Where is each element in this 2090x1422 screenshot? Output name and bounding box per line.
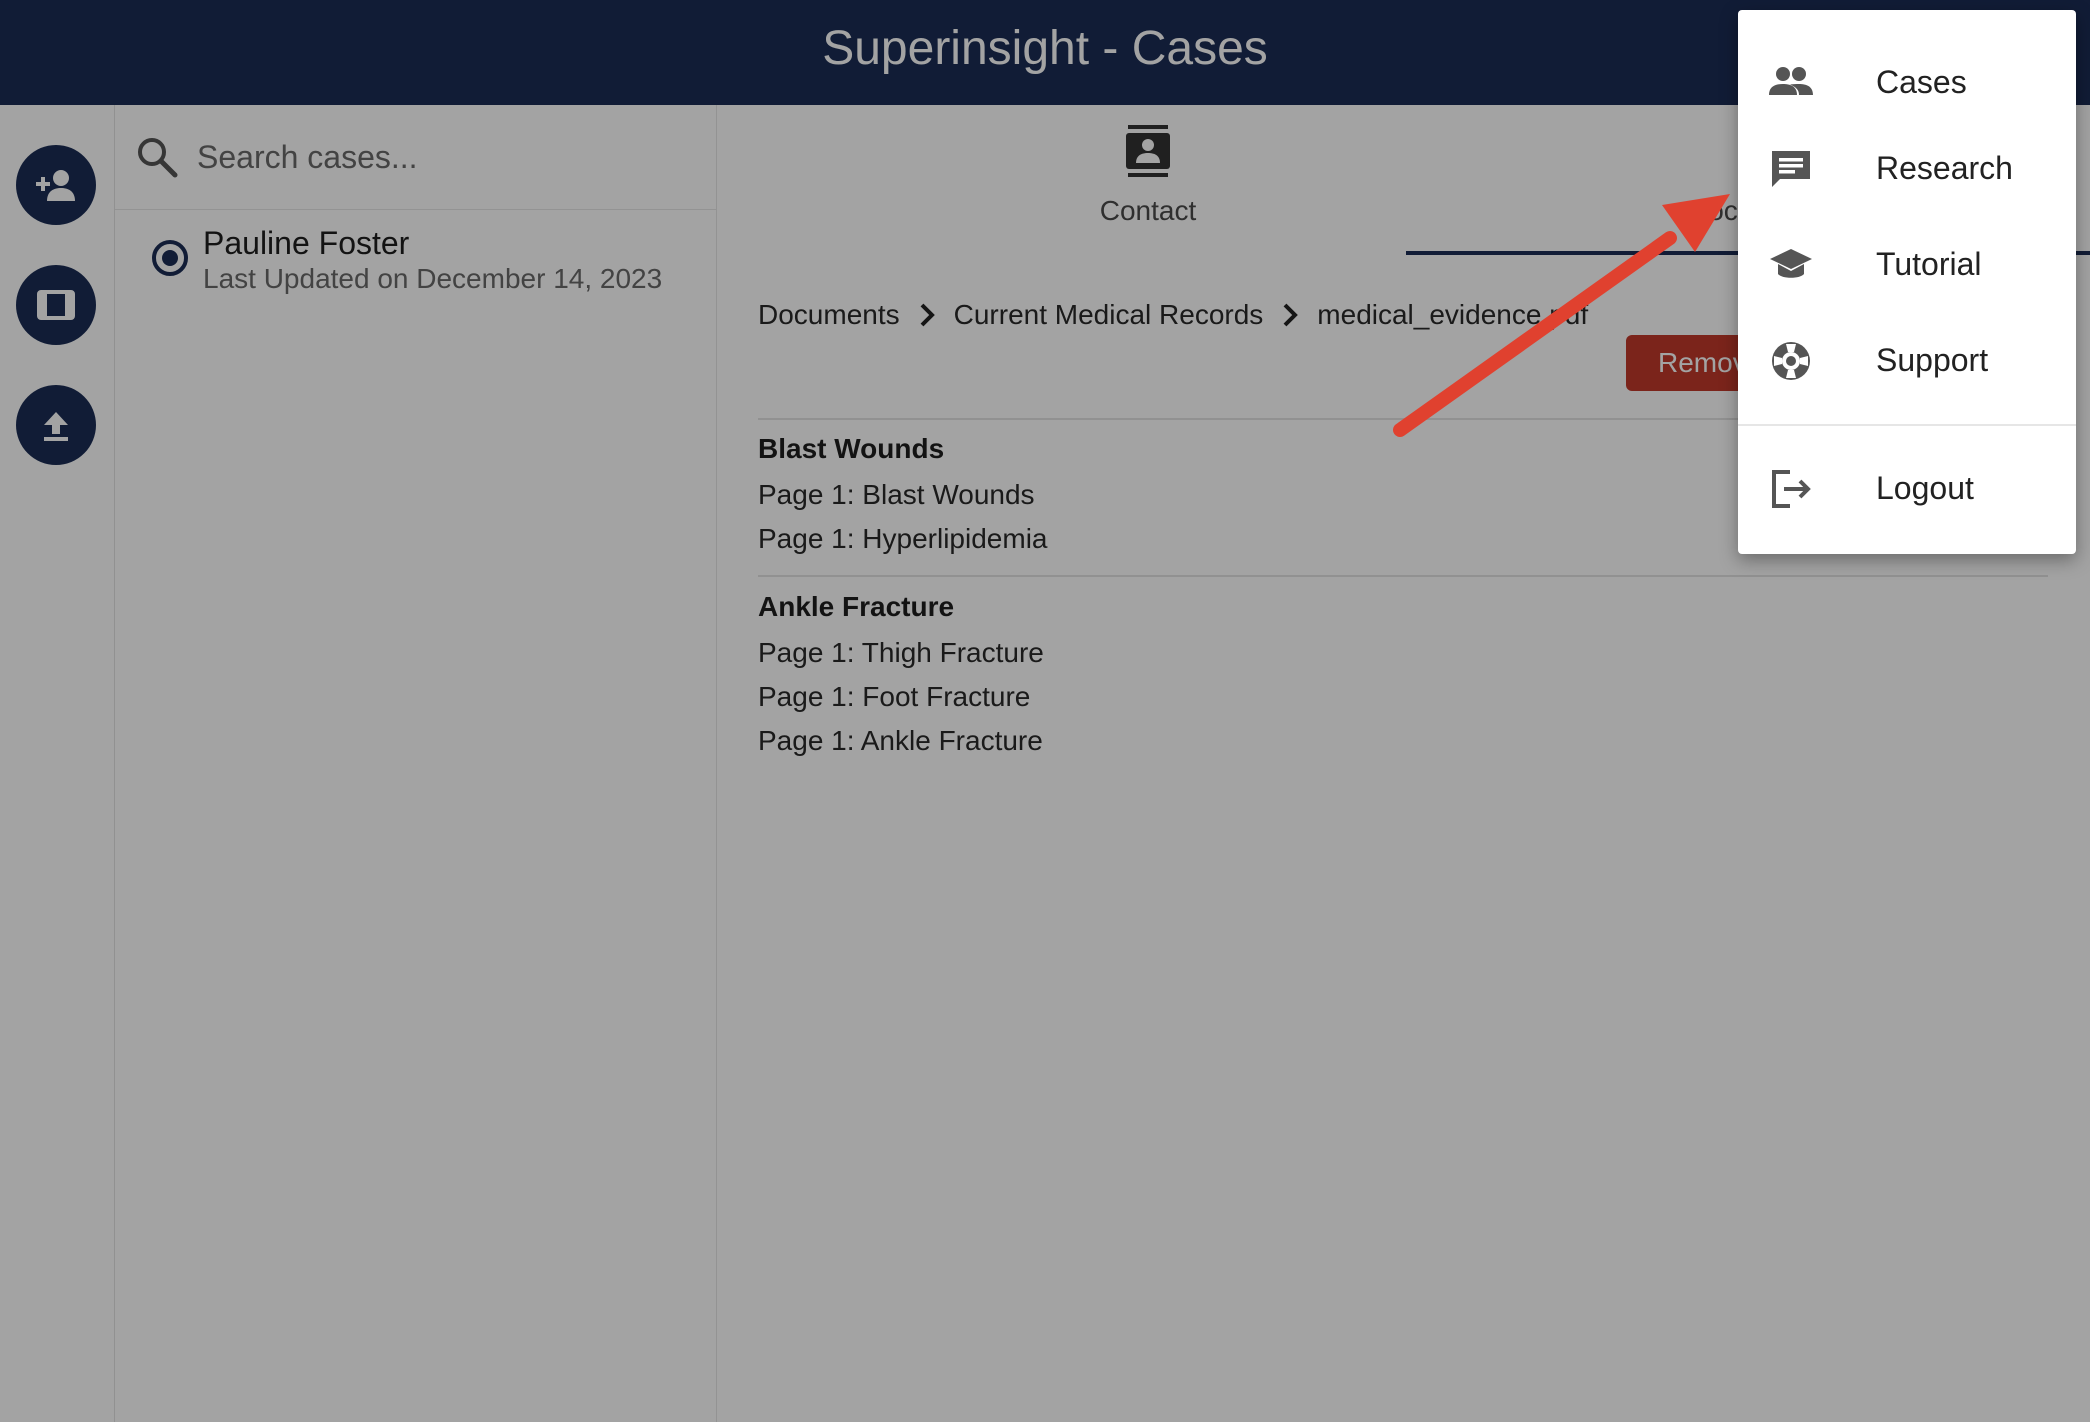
menu-item-tutorial[interactable]: Tutorial <box>1738 216 2076 314</box>
logout-icon <box>1772 470 1811 508</box>
graduation-cap-icon <box>1770 249 1812 278</box>
menu-item-label: Tutorial <box>1876 246 1982 282</box>
chat-icon <box>1772 151 1810 187</box>
menu-item-label: Support <box>1876 342 1989 378</box>
people-icon <box>1769 67 1813 95</box>
navigation-menu: Cases Research Tutorial Support Logout <box>1738 10 2076 554</box>
menu-item-research[interactable]: Research <box>1738 120 2076 218</box>
menu-item-cases[interactable]: Cases <box>1738 34 2076 132</box>
menu-item-label: Cases <box>1876 64 1967 100</box>
menu-item-label: Research <box>1876 150 2013 186</box>
lifebuoy-icon <box>1772 342 1810 380</box>
app-root: Superinsight - Cases Search cases... Pau… <box>0 0 2090 1422</box>
menu-divider <box>1738 424 2076 426</box>
menu-item-support[interactable]: Support <box>1738 312 2076 410</box>
menu-item-logout[interactable]: Logout <box>1738 440 2076 538</box>
menu-item-label: Logout <box>1876 470 1974 506</box>
